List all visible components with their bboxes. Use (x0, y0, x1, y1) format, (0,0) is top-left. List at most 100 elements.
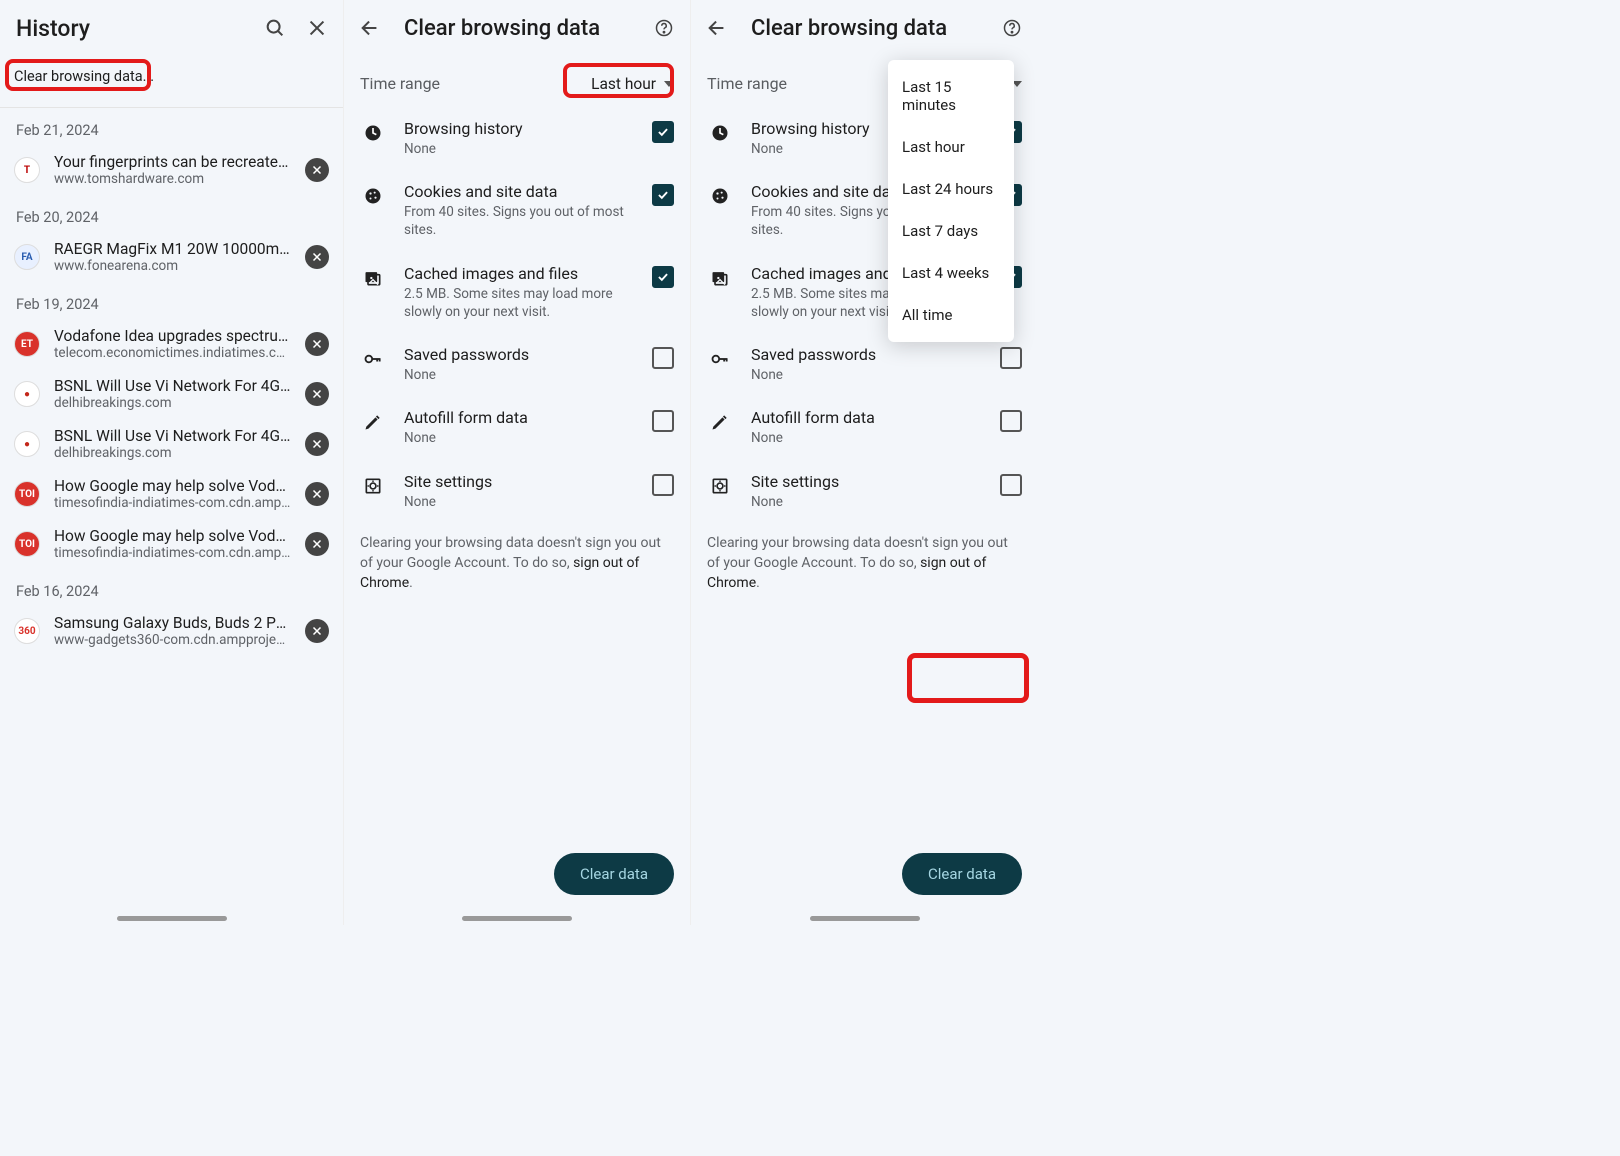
history-item[interactable]: ● BSNL Will Use Vi Network For 4G a… del… (0, 419, 343, 469)
back-icon[interactable] (703, 14, 731, 42)
cbd-title: Clear browsing data (404, 16, 650, 41)
favicon: TOI (14, 481, 40, 507)
checkbox[interactable] (1000, 347, 1022, 369)
checkbox[interactable] (652, 410, 674, 432)
history-item[interactable]: ● BSNL Will Use Vi Network For 4G a… del… (0, 369, 343, 419)
history-item-url: delhibreakings.com (54, 395, 291, 411)
favicon: FA (14, 244, 40, 270)
time-option[interactable]: Last 24 hours (888, 168, 1014, 210)
close-icon[interactable] (303, 14, 331, 42)
option-subtitle: 2.5 MB. Some sites may load more slowly … (404, 285, 634, 321)
history-panel: History Clear browsing data... Feb 21, 2… (0, 0, 344, 925)
cbd-title: Clear browsing data (751, 16, 998, 41)
checkbox[interactable] (1000, 410, 1022, 432)
remove-icon[interactable] (305, 482, 329, 506)
remove-icon[interactable] (305, 619, 329, 643)
image-icon (360, 264, 386, 288)
option-title: Cookies and site data (404, 182, 634, 201)
history-item-title: Vodafone Idea upgrades spectrum … (54, 327, 291, 345)
time-option[interactable]: Last 15 minutes (888, 66, 1014, 126)
history-list: Feb 21, 2024T Your fingerprints can be r… (0, 108, 343, 656)
history-item-url: delhibreakings.com (54, 445, 291, 461)
history-item-url: timesofindia-indiatimes-com.cdn.ampproj… (54, 545, 291, 561)
remove-icon[interactable] (305, 245, 329, 269)
checkbox[interactable] (1000, 474, 1022, 496)
checkbox[interactable] (652, 347, 674, 369)
option-subtitle: None (404, 140, 634, 158)
checkbox[interactable] (652, 121, 674, 143)
history-item[interactable]: T Your fingerprints can be recreated f… … (0, 145, 343, 195)
footer-note: Clearing your browsing data doesn't sign… (344, 523, 690, 604)
image-icon (707, 264, 733, 288)
remove-icon[interactable] (305, 532, 329, 556)
history-item[interactable]: TOI How Google may help solve Vodafo… ti… (0, 469, 343, 519)
history-item[interactable]: 360 Samsung Galaxy Buds, Buds 2 Pro, … w… (0, 606, 343, 656)
help-icon[interactable] (650, 14, 678, 42)
favicon: ● (14, 381, 40, 407)
favicon: 360 (14, 618, 40, 644)
footer-note: Clearing your browsing data doesn't sign… (691, 523, 1038, 604)
time-range-label: Time range (707, 74, 787, 93)
time-range-dropdown[interactable]: Last hour (591, 75, 674, 93)
remove-icon[interactable] (305, 158, 329, 182)
option-title: Browsing history (404, 119, 634, 138)
clock-icon (707, 119, 733, 143)
nav-bar-indicator (117, 916, 227, 921)
option-title: Site settings (404, 472, 634, 491)
help-icon[interactable] (998, 14, 1026, 42)
pen-icon (360, 408, 386, 432)
history-item[interactable]: TOI How Google may help solve Vodafo… ti… (0, 519, 343, 569)
clear-browsing-data-link[interactable]: Clear browsing data... (8, 64, 160, 89)
history-item-title: BSNL Will Use Vi Network For 4G a… (54, 427, 291, 445)
remove-icon[interactable] (305, 382, 329, 406)
gear-icon (707, 472, 733, 496)
option-title: Cached images and files (404, 264, 634, 283)
clear-data-panel: Clear browsing data Time range Last hour… (344, 0, 691, 925)
option-title: Autofill form data (404, 408, 634, 427)
history-date-header: Feb 20, 2024 (0, 195, 343, 232)
option-title: Autofill form data (751, 408, 982, 427)
remove-icon[interactable] (305, 332, 329, 356)
history-item[interactable]: ET Vodafone Idea upgrades spectrum … tel… (0, 319, 343, 369)
history-item-title: RAEGR MagFix M1 20W 10000mAh… (54, 240, 291, 258)
checkbox[interactable] (652, 184, 674, 206)
time-option[interactable]: Last 7 days (888, 210, 1014, 252)
data-type-row: Cookies and site data From 40 sites. Sig… (344, 170, 690, 251)
favicon: ● (14, 431, 40, 457)
history-item-url: www.fonearena.com (54, 258, 291, 274)
history-item[interactable]: FA RAEGR MagFix M1 20W 10000mAh… www.fon… (0, 232, 343, 282)
time-option[interactable]: Last 4 weeks (888, 252, 1014, 294)
nav-bar-indicator (462, 916, 572, 921)
option-subtitle: From 40 sites. Signs you out of most sit… (404, 203, 634, 239)
search-icon[interactable] (261, 14, 289, 42)
history-item-title: How Google may help solve Vodafo… (54, 527, 291, 545)
history-item-title: BSNL Will Use Vi Network For 4G a… (54, 377, 291, 395)
history-date-header: Feb 16, 2024 (0, 569, 343, 606)
time-option[interactable]: All time (888, 294, 1014, 336)
option-title: Site settings (751, 472, 982, 491)
remove-icon[interactable] (305, 432, 329, 456)
checkbox[interactable] (652, 266, 674, 288)
back-icon[interactable] (356, 14, 384, 42)
data-type-row: Saved passwords None (691, 333, 1038, 396)
option-subtitle: None (751, 366, 982, 384)
option-subtitle: None (404, 493, 634, 511)
checkbox[interactable] (652, 474, 674, 496)
data-type-row: Site settings None (691, 460, 1038, 523)
time-option[interactable]: Last hour (888, 126, 1014, 168)
data-type-row: Cached images and files 2.5 MB. Some sit… (344, 252, 690, 333)
favicon: TOI (14, 531, 40, 557)
favicon: T (14, 157, 40, 183)
option-subtitle: None (404, 429, 634, 447)
cookie-icon (360, 182, 386, 206)
history-item-url: www.tomshardware.com (54, 171, 291, 187)
pen-icon (707, 408, 733, 432)
history-date-header: Feb 21, 2024 (0, 108, 343, 145)
option-subtitle: None (751, 429, 982, 447)
clear-data-button[interactable]: Clear data (554, 853, 674, 895)
history-item-title: Your fingerprints can be recreated f… (54, 153, 291, 171)
history-title: History (16, 15, 90, 42)
history-item-title: How Google may help solve Vodafo… (54, 477, 291, 495)
clear-data-button[interactable]: Clear data (902, 853, 1022, 895)
history-item-url: www-gadgets360-com.cdn.ampproject.org (54, 632, 291, 648)
